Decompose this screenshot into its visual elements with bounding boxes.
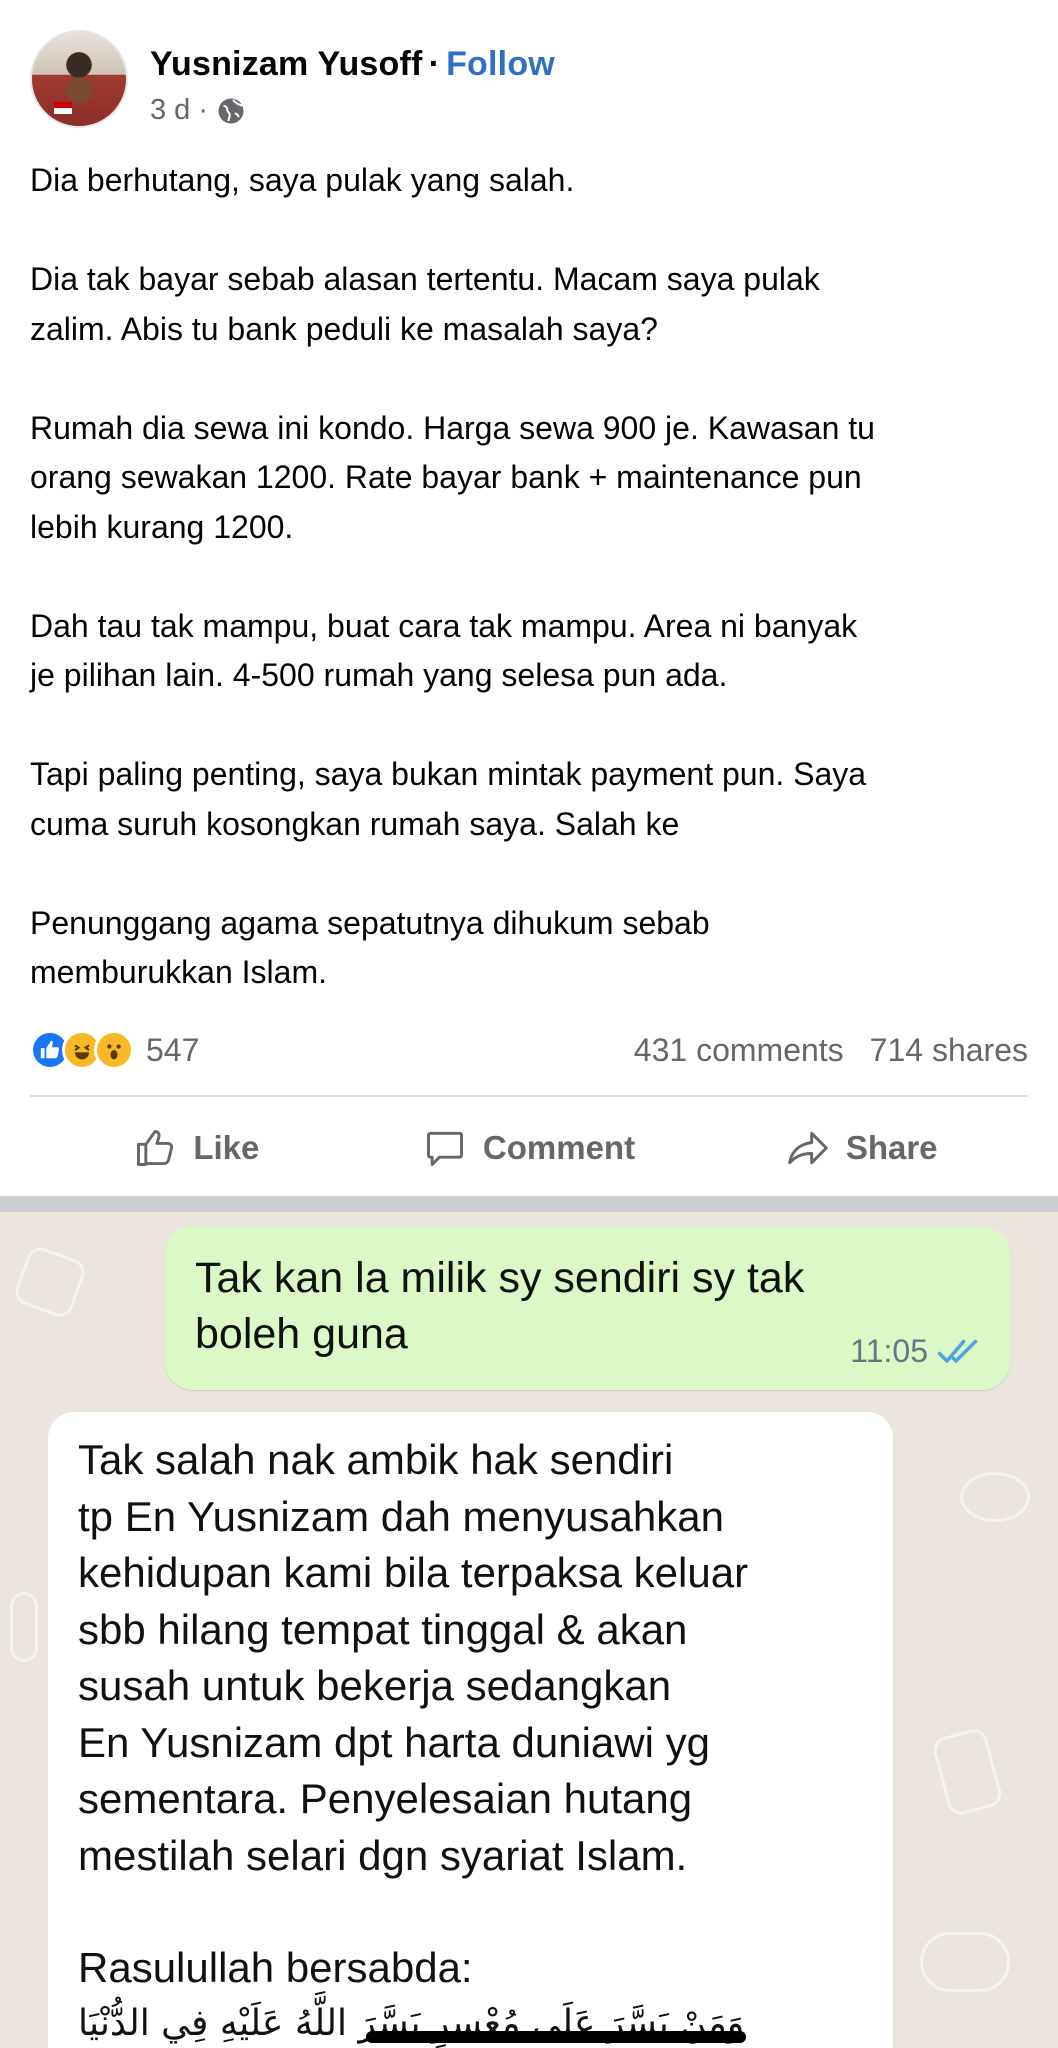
outgoing-message-bubble[interactable]: Tak kan la milik sy sendiri sy tak boleh…	[165, 1226, 1010, 1390]
comment-button[interactable]: Comment	[363, 1110, 696, 1185]
author-name[interactable]: Yusnizam Yusoff	[150, 45, 423, 83]
hadith-intro: Rasulullah bersabda:	[78, 1944, 473, 1991]
reaction-icons[interactable]	[30, 1030, 134, 1070]
post-actions: Like Comment Share	[30, 1110, 1028, 1185]
post-paragraph: Rumah dia sewa ini kondo. Harga sewa 900…	[30, 409, 875, 545]
redaction-bar	[366, 2030, 746, 2043]
comment-label: Comment	[482, 1128, 636, 1166]
post-paragraph: Dia berhutang, saya pulak yang salah.	[30, 162, 575, 198]
arabic-quote-line: وَمَنْ يَسَّرَ عَلَى مُعْسِرٍ يَسَّرَ ال…	[78, 2003, 838, 2044]
outgoing-message-text: Tak kan la milik sy sendiri sy tak boleh…	[195, 1254, 805, 1358]
comments-count[interactable]: 431 comments	[634, 1032, 844, 1069]
post-paragraph: Dia tak bayar sebab alasan tertentu. Mac…	[30, 261, 820, 347]
wallpaper-doodle	[960, 1472, 1030, 1522]
whatsapp-chat-screenshot: Tak kan la milik sy sendiri sy tak boleh…	[0, 1212, 1058, 2048]
post-meta: 3 d ·	[150, 94, 246, 127]
reactions-row: 547 431 comments 714 shares	[30, 1025, 1028, 1075]
section-separator	[0, 1196, 1058, 1212]
share-icon	[788, 1131, 828, 1164]
wallpaper-doodle	[920, 1932, 1010, 1992]
divider	[30, 1095, 1028, 1097]
facebook-post: Yusnizam Yusoff · Follow 3 d · Dia berhuta…	[0, 0, 1058, 1196]
post-body: Dia berhutang, saya pulak yang salah. Di…	[30, 156, 1030, 1047]
thumbs-up-icon	[137, 1129, 174, 1166]
post-timestamp[interactable]: 3 d ·	[150, 94, 208, 127]
wow-reaction-icon	[94, 1030, 134, 1070]
author-avatar[interactable]	[30, 30, 128, 128]
author-line: Yusnizam Yusoff · Follow	[150, 45, 555, 84]
wallpaper-doodle	[10, 1592, 38, 1662]
post-paragraph: Dah tau tak mampu, buat cara tak mampu. …	[30, 607, 858, 694]
wallpaper-doodle	[11, 1243, 89, 1321]
post-header: Yusnizam Yusoff · Follow 3 d ·	[30, 30, 1030, 140]
follow-button[interactable]: Follow	[446, 45, 555, 83]
share-label: Share	[845, 1128, 938, 1166]
message-timestamp: 11:05	[850, 1333, 928, 1369]
comment-icon	[426, 1131, 463, 1166]
globe-icon	[218, 98, 244, 123]
like-label: Like	[193, 1128, 260, 1166]
like-button[interactable]: Like	[30, 1110, 363, 1185]
post-stats: 431 comments 714 shares	[634, 1032, 1028, 1069]
post-paragraph: Tapi paling penting, saya bukan mintak p…	[30, 756, 867, 842]
reaction-count[interactable]: 547	[146, 1032, 199, 1069]
double-tick-read-icon	[937, 1339, 978, 1363]
post-paragraph: Penunggang agama sepatutnya dihukum seba…	[30, 904, 710, 991]
message-time: 11:05	[850, 1333, 982, 1370]
share-button[interactable]: Share	[695, 1110, 1028, 1185]
separator: ·	[428, 45, 441, 83]
shares-count[interactable]: 714 shares	[870, 1032, 1028, 1069]
incoming-message-bubble[interactable]: Tak salah nak ambik hak sendiri tp En Yu…	[48, 1412, 893, 2048]
flag-icon	[54, 102, 72, 114]
wallpaper-doodle	[930, 1726, 1005, 1818]
incoming-message-text: Tak salah nak ambik hak sendiri tp En Yu…	[78, 1436, 749, 1879]
